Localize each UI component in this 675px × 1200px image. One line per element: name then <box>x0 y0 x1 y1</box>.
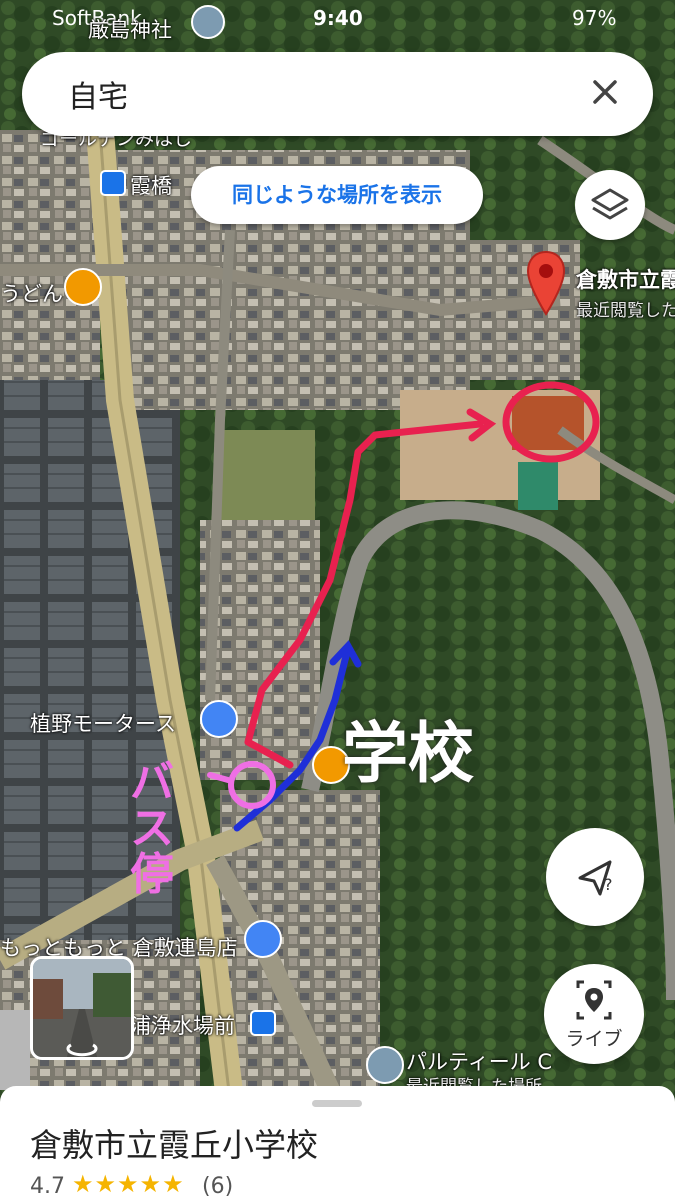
street-view-thumbnail[interactable] <box>30 956 134 1060</box>
place-marker-icon[interactable] <box>366 1046 404 1084</box>
place-bottom-sheet[interactable]: 倉敷市立霞丘小学校 4.7 ★★★★★ (6) <box>0 1086 675 1200</box>
review-count[interactable]: (6) <box>202 1174 233 1199</box>
rating-stars-icon: ★★★★★ <box>72 1170 185 1198</box>
label-destination-sub: 最近閲覧した <box>576 301 675 321</box>
clock: 9:40 <box>313 6 363 30</box>
annotation-school: 学校 <box>342 715 474 792</box>
shop-icon-2[interactable] <box>244 920 282 958</box>
battery-percent: 97% <box>572 6 617 30</box>
bus-stop-icon-2[interactable] <box>250 1010 276 1036</box>
live-view-icon <box>576 980 612 1020</box>
annotation-bus-stop: バス停 <box>130 757 174 900</box>
search-bar[interactable]: 自宅 <box>22 52 653 136</box>
rating-value: 4.7 <box>30 1174 65 1199</box>
search-query[interactable]: 自宅 <box>68 72 128 116</box>
label-destination[interactable]: 倉敷市立霞 <box>576 264 675 294</box>
svg-text:?: ? <box>604 875 613 894</box>
layers-button[interactable] <box>575 170 645 240</box>
label-bus-stop-bottom[interactable]: 浦浄水場前 <box>130 1010 235 1040</box>
navigation-arrow-icon: ? <box>578 860 613 896</box>
label-bus-stop-top[interactable]: 霞橋 <box>130 170 172 200</box>
close-icon[interactable] <box>585 72 625 112</box>
shop-icon[interactable] <box>200 700 238 738</box>
sheet-drag-handle[interactable] <box>312 1100 362 1107</box>
live-view-button[interactable]: ライブ <box>544 964 644 1064</box>
place-name: 倉敷市立霞丘小学校 <box>30 1126 319 1164</box>
street-view-image <box>33 959 131 1057</box>
cafe-icon[interactable] <box>64 268 102 306</box>
label-shrine[interactable]: 厳島神社 <box>88 14 172 44</box>
label-motors[interactable]: 植野モータース <box>30 708 176 738</box>
similar-places-button[interactable]: 同じような場所を表示 <box>191 166 483 224</box>
label-udon[interactable]: うどん <box>0 278 63 308</box>
directions-button[interactable]: ? <box>546 828 644 926</box>
layers-icon <box>591 188 629 220</box>
destination-pin-icon[interactable] <box>526 250 566 316</box>
live-view-label: ライブ <box>565 1028 623 1050</box>
bus-stop-icon[interactable] <box>100 170 126 196</box>
